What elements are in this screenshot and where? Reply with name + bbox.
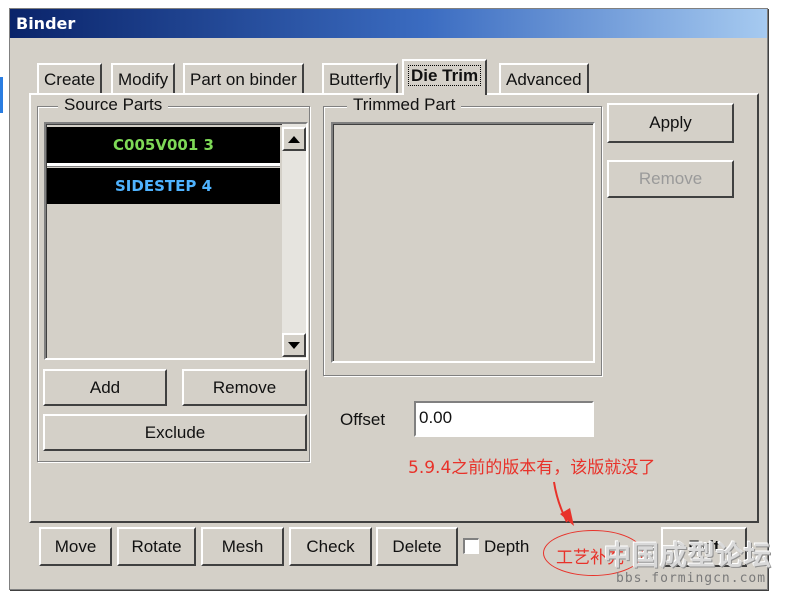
source-parts-legend: Source Parts xyxy=(58,95,169,115)
tab-label: Die Trim xyxy=(407,65,482,86)
tab-part-on-binder[interactable]: Part on binder xyxy=(183,63,304,95)
source-parts-list[interactable]: C005V001 3 SIDESTEP 4 xyxy=(44,122,308,360)
version-note: 5.9.4之前的版本有，该版就没了 xyxy=(408,458,656,478)
tab-label: Butterfly xyxy=(329,70,392,89)
depth-checkbox[interactable] xyxy=(463,538,479,554)
tab-label: Advanced xyxy=(506,70,582,89)
tab-label: Create xyxy=(44,70,96,89)
remove-source-button[interactable]: Remove xyxy=(182,369,307,406)
tab-advanced[interactable]: Advanced xyxy=(499,63,589,95)
move-button[interactable]: Move xyxy=(39,527,112,566)
scroll-up-button[interactable] xyxy=(282,127,306,151)
remove-trimmed-button[interactable]: Remove xyxy=(607,160,734,198)
trimmed-part-legend: Trimmed Part xyxy=(347,95,462,115)
tab-modify[interactable]: Modify xyxy=(111,63,176,95)
check-button[interactable]: Check xyxy=(289,527,372,566)
tab-label: Modify xyxy=(118,70,169,89)
list-item[interactable]: C005V001 3 xyxy=(47,127,280,163)
rotate-button[interactable]: Rotate xyxy=(117,527,196,566)
binder-window: Binder Create Modify Part on binder Butt… xyxy=(9,8,768,590)
apply-button[interactable]: Apply xyxy=(607,103,734,143)
tab-butterfly[interactable]: Butterfly xyxy=(322,63,399,95)
exclude-button[interactable]: Exclude xyxy=(43,414,307,451)
mesh-button[interactable]: Mesh xyxy=(201,527,284,566)
left-edge-marker xyxy=(0,77,3,113)
triangle-down-icon xyxy=(288,342,300,349)
depth-label: Depth xyxy=(484,537,530,556)
list-item[interactable]: SIDESTEP 4 xyxy=(47,168,280,204)
scrollbar[interactable] xyxy=(282,124,306,358)
tab-die-trim[interactable]: Die Trim xyxy=(402,59,488,95)
list-item-label: C005V001 3 xyxy=(113,136,214,154)
delete-button[interactable]: Delete xyxy=(376,527,458,566)
add-button[interactable]: Add xyxy=(43,369,167,406)
window-title: Binder xyxy=(10,9,767,38)
tab-create[interactable]: Create xyxy=(37,63,103,95)
watermark-url: bbs.formingcn.com xyxy=(616,571,767,586)
scroll-down-button[interactable] xyxy=(282,333,306,357)
offset-input[interactable]: 0.00 xyxy=(414,401,594,437)
trimmed-part-list[interactable] xyxy=(331,122,595,363)
annotation-arrow-icon xyxy=(553,481,574,526)
offset-label: Offset xyxy=(340,410,386,429)
tab-label: Part on binder xyxy=(190,70,297,89)
watermark-title: 中国成型论坛 xyxy=(604,541,772,572)
triangle-up-icon xyxy=(288,136,300,143)
list-item-label: SIDESTEP 4 xyxy=(114,177,213,195)
